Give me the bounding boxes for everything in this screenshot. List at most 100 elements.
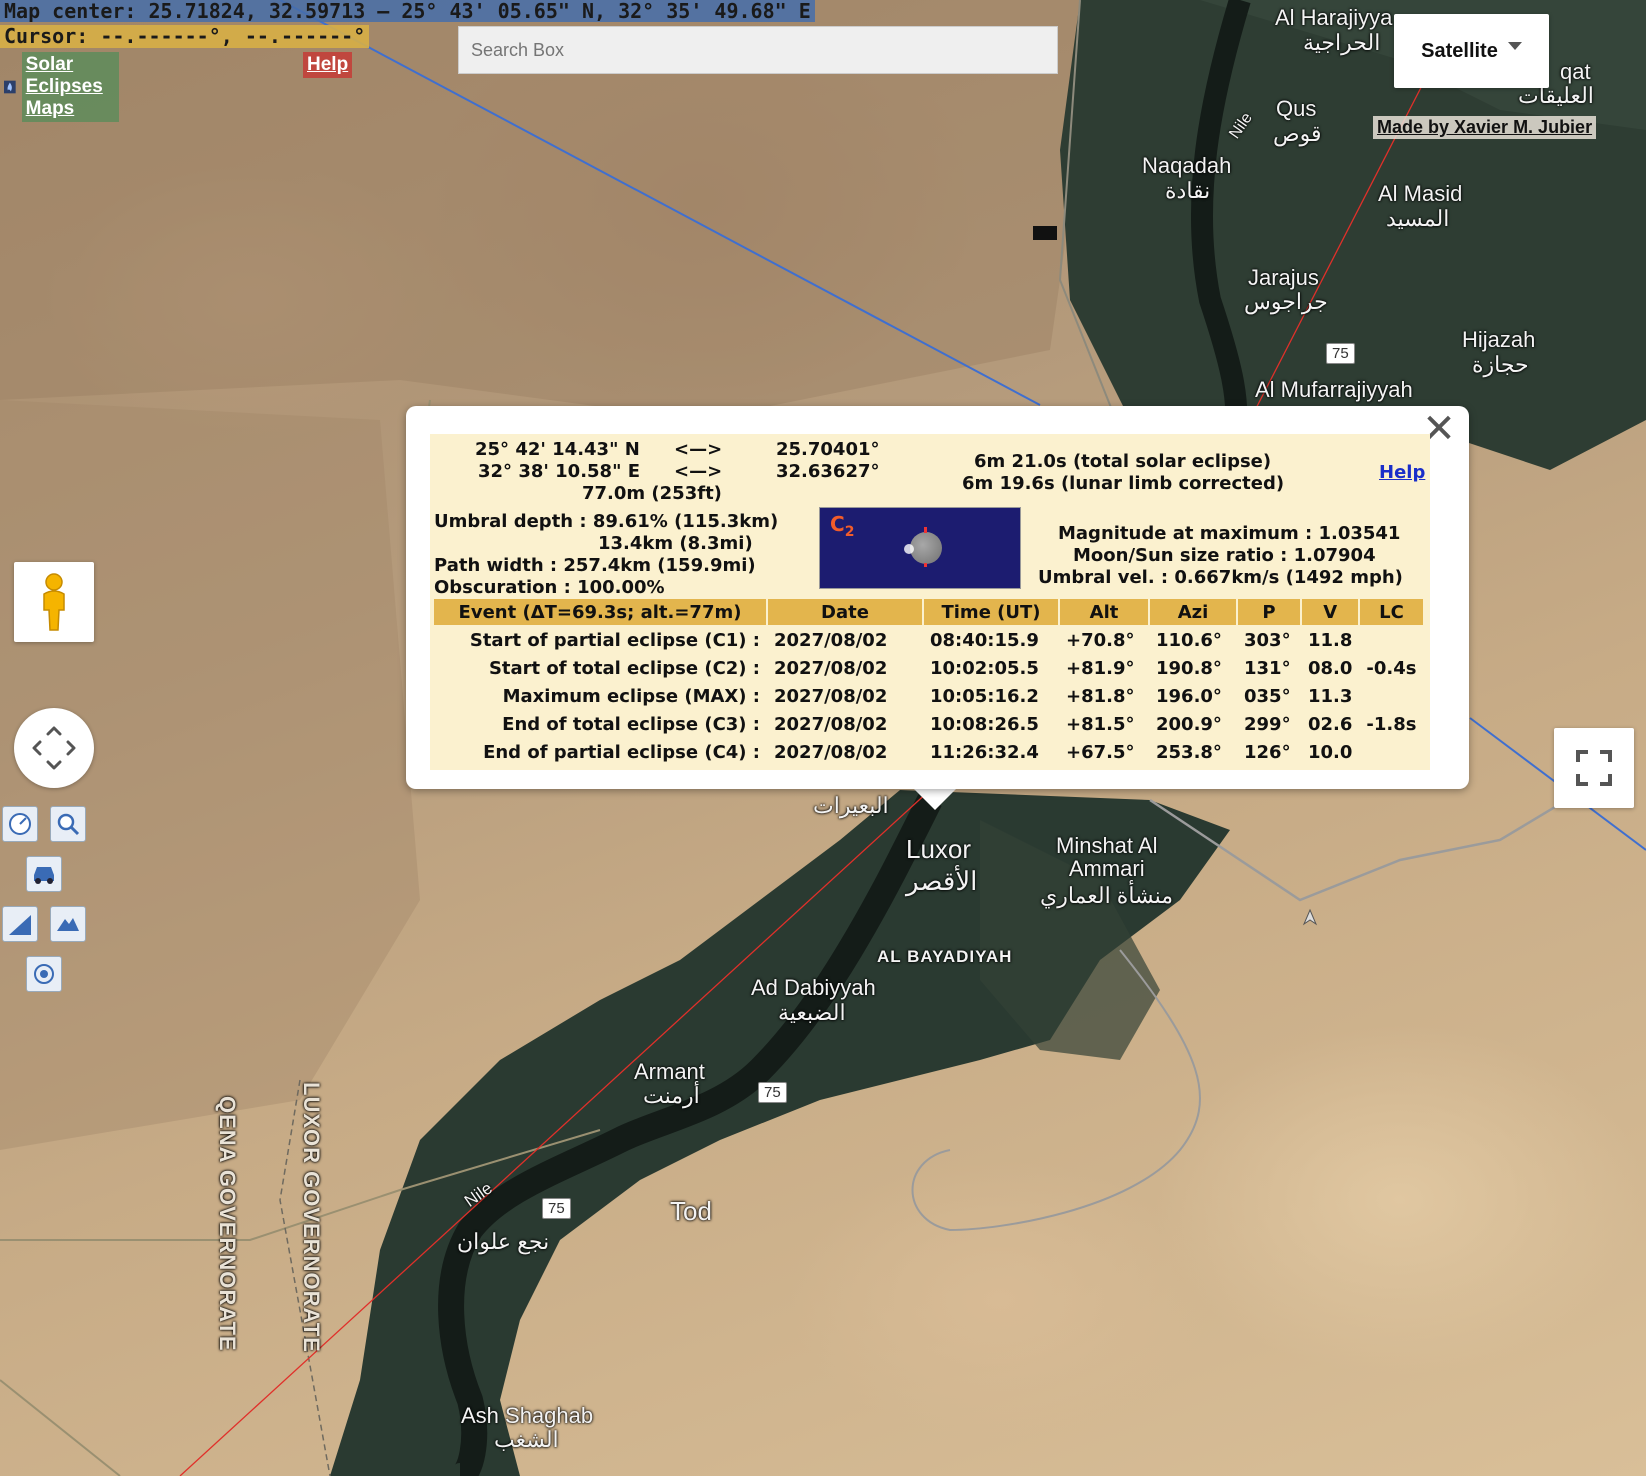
longitude-arrow: <—> (674, 461, 723, 482)
table-row: Start of total eclipse (C2) : 2027/08/02… (434, 655, 1423, 681)
eclipse-events-table: Event (ΔT=69.3s; alt.=77m) Date Time (UT… (432, 597, 1425, 767)
driving-tool-button[interactable] (26, 856, 62, 892)
location-target-icon (34, 964, 54, 984)
place-jarajus-arabic: جراجوس (1244, 289, 1328, 314)
region-luxor-governorate: LUXOR GOVERNORATE (299, 1082, 325, 1353)
event-name: Start of total eclipse (C2) : (488, 657, 760, 679)
eclipse-info-window: ✕ 25° 42' 14.43" N <—> 25.70401° 32° 38'… (406, 406, 1469, 789)
place-minshat-al-ammari: Minshat Al Ammari (1056, 833, 1158, 882)
help-link-popup[interactable]: Help (1379, 462, 1425, 483)
search-input[interactable] (458, 26, 1058, 74)
place-al-masid: Al Masid (1378, 181, 1463, 206)
elevation: 77.0m (253ft) (582, 483, 722, 504)
longitude-dms: 32° 38' 10.58" E (478, 461, 641, 482)
event-name: Maximum eclipse (MAX) : (502, 685, 760, 707)
event-date: 2027/08/02 (774, 629, 888, 651)
event-v: 10.0 (1308, 741, 1353, 763)
event-v: 11.3 (1308, 685, 1353, 707)
terrain-tool-button[interactable] (50, 906, 86, 942)
popup-pointer (913, 788, 957, 810)
event-azi: 190.8° (1156, 657, 1222, 679)
event-v: 02.6 (1308, 713, 1353, 735)
event-date: 2027/08/02 (774, 657, 888, 679)
event-v: 08.0 (1308, 657, 1353, 679)
table-row: Start of partial eclipse (C1) : 2027/08/… (434, 627, 1423, 653)
compass-tool-button[interactable] (2, 806, 38, 842)
event-azi: 253.8° (1156, 741, 1222, 763)
pan-control[interactable] (14, 708, 94, 788)
c2-label: C2 (830, 512, 855, 540)
event-alt: +70.8° (1066, 629, 1135, 651)
event-time: 10:02:05.5 (930, 657, 1039, 679)
place-luxor: Luxor (906, 834, 972, 864)
road-shield-75-south: 75 (542, 1198, 571, 1219)
column-header-alt: Alt (1060, 599, 1148, 625)
help-link-top[interactable]: Help (303, 52, 353, 78)
event-p: 126° (1244, 741, 1291, 763)
place-minshat-arabic: منشأة العماري (1040, 883, 1174, 908)
event-date: 2027/08/02 (774, 685, 888, 707)
event-time: 10:05:16.2 (930, 685, 1039, 707)
event-lc (1360, 683, 1422, 709)
place-al-harajiyya-arabic: الحراجية (1303, 30, 1381, 55)
road-shield-75-middle: 75 (758, 1082, 787, 1103)
event-name: Start of partial eclipse (C1) : (469, 629, 760, 651)
place-armant-arabic: أرمنت (643, 1083, 700, 1108)
column-header-date: Date (768, 599, 922, 625)
street-view-pegman-button[interactable] (14, 562, 94, 642)
fullscreen-icon (1576, 750, 1612, 786)
map-type-dropdown[interactable]: Satellite (1394, 14, 1549, 88)
column-header-p: P (1238, 599, 1300, 625)
latitude-dms: 25° 42' 14.43" N (475, 439, 640, 460)
umbral-depth: Umbral depth : 89.61% (115.3km) (434, 511, 779, 532)
table-header-row: Event (ΔT=69.3s; alt.=77m) Date Time (UT… (434, 599, 1423, 625)
column-header-time: Time (UT) (924, 599, 1058, 625)
longitude-decimal: 32.63627° (776, 461, 880, 482)
event-time: 08:40:15.9 (930, 629, 1039, 651)
place-ash-shaghab: Ash Shaghab (461, 1403, 594, 1428)
column-header-lc: LC (1360, 599, 1423, 625)
event-p: 303° (1244, 629, 1291, 651)
event-time: 11:26:32.4 (930, 741, 1039, 763)
event-azi: 110.6° (1156, 629, 1222, 651)
place-naqadah: Naqadah (1142, 153, 1232, 178)
chevron-down-icon (1507, 42, 1522, 50)
event-name: End of total eclipse (C3) : (502, 713, 760, 735)
place-al-harajiyya: Al Harajiyya (1275, 5, 1393, 30)
event-p: 131° (1244, 657, 1291, 679)
place-naqadah-arabic: نقادة (1165, 178, 1211, 203)
brand: Solar Eclipses Maps (4, 52, 120, 122)
event-time: 10:08:26.5 (930, 713, 1039, 735)
sun-limb-glow (904, 544, 914, 554)
magnitude: Magnitude at maximum : 1.03541 (1058, 523, 1401, 544)
event-azi: 200.9° (1156, 713, 1222, 735)
place-al-buayrat-arabic: البعيرات (813, 793, 889, 818)
elevation-profile-tool-button[interactable] (2, 906, 38, 942)
column-header-azi: Azi (1150, 599, 1236, 625)
table-row: End of total eclipse (C3) : 2027/08/02 1… (434, 711, 1423, 737)
north-marker (924, 527, 927, 533)
place-hijazah-arabic: حجازة (1472, 352, 1529, 377)
totality-duration-corrected: 6m 19.6s (lunar limb corrected) (962, 473, 1285, 494)
place-qat: qat (1560, 59, 1591, 84)
compass-icon (9, 813, 31, 835)
zoom-search-tool-button[interactable] (50, 806, 86, 842)
totality-duration: 6m 21.0s (total solar eclipse) (974, 451, 1272, 472)
c2-contact-diagram: C2 (819, 507, 1021, 589)
locate-me-tool-button[interactable] (26, 956, 62, 992)
event-alt: +81.9° (1066, 657, 1135, 679)
latitude-decimal: 25.70401° (776, 439, 880, 460)
road-shield-75-north: 75 (1326, 343, 1355, 364)
author-credit-link[interactable]: Made by Xavier M. Jubier (1373, 116, 1597, 139)
event-azi: 196.0° (1156, 685, 1222, 707)
solar-eclipses-maps-link[interactable]: Solar Eclipses Maps (21, 52, 120, 122)
table-row: End of partial eclipse (C4) : 2027/08/02… (434, 739, 1423, 765)
path-width: Path width : 257.4km (159.9mi) (434, 555, 756, 576)
place-jarajus: Jarajus (1248, 265, 1319, 290)
magnifier-icon (57, 813, 80, 836)
table-row: Maximum eclipse (MAX) : 2027/08/02 10:05… (434, 683, 1423, 709)
latitude-arrow: <—> (674, 439, 723, 460)
event-date: 2027/08/02 (774, 741, 888, 763)
fullscreen-button[interactable] (1554, 728, 1634, 808)
umbral-velocity: Umbral vel. : 0.667km/s (1492 mph) (1038, 567, 1403, 588)
